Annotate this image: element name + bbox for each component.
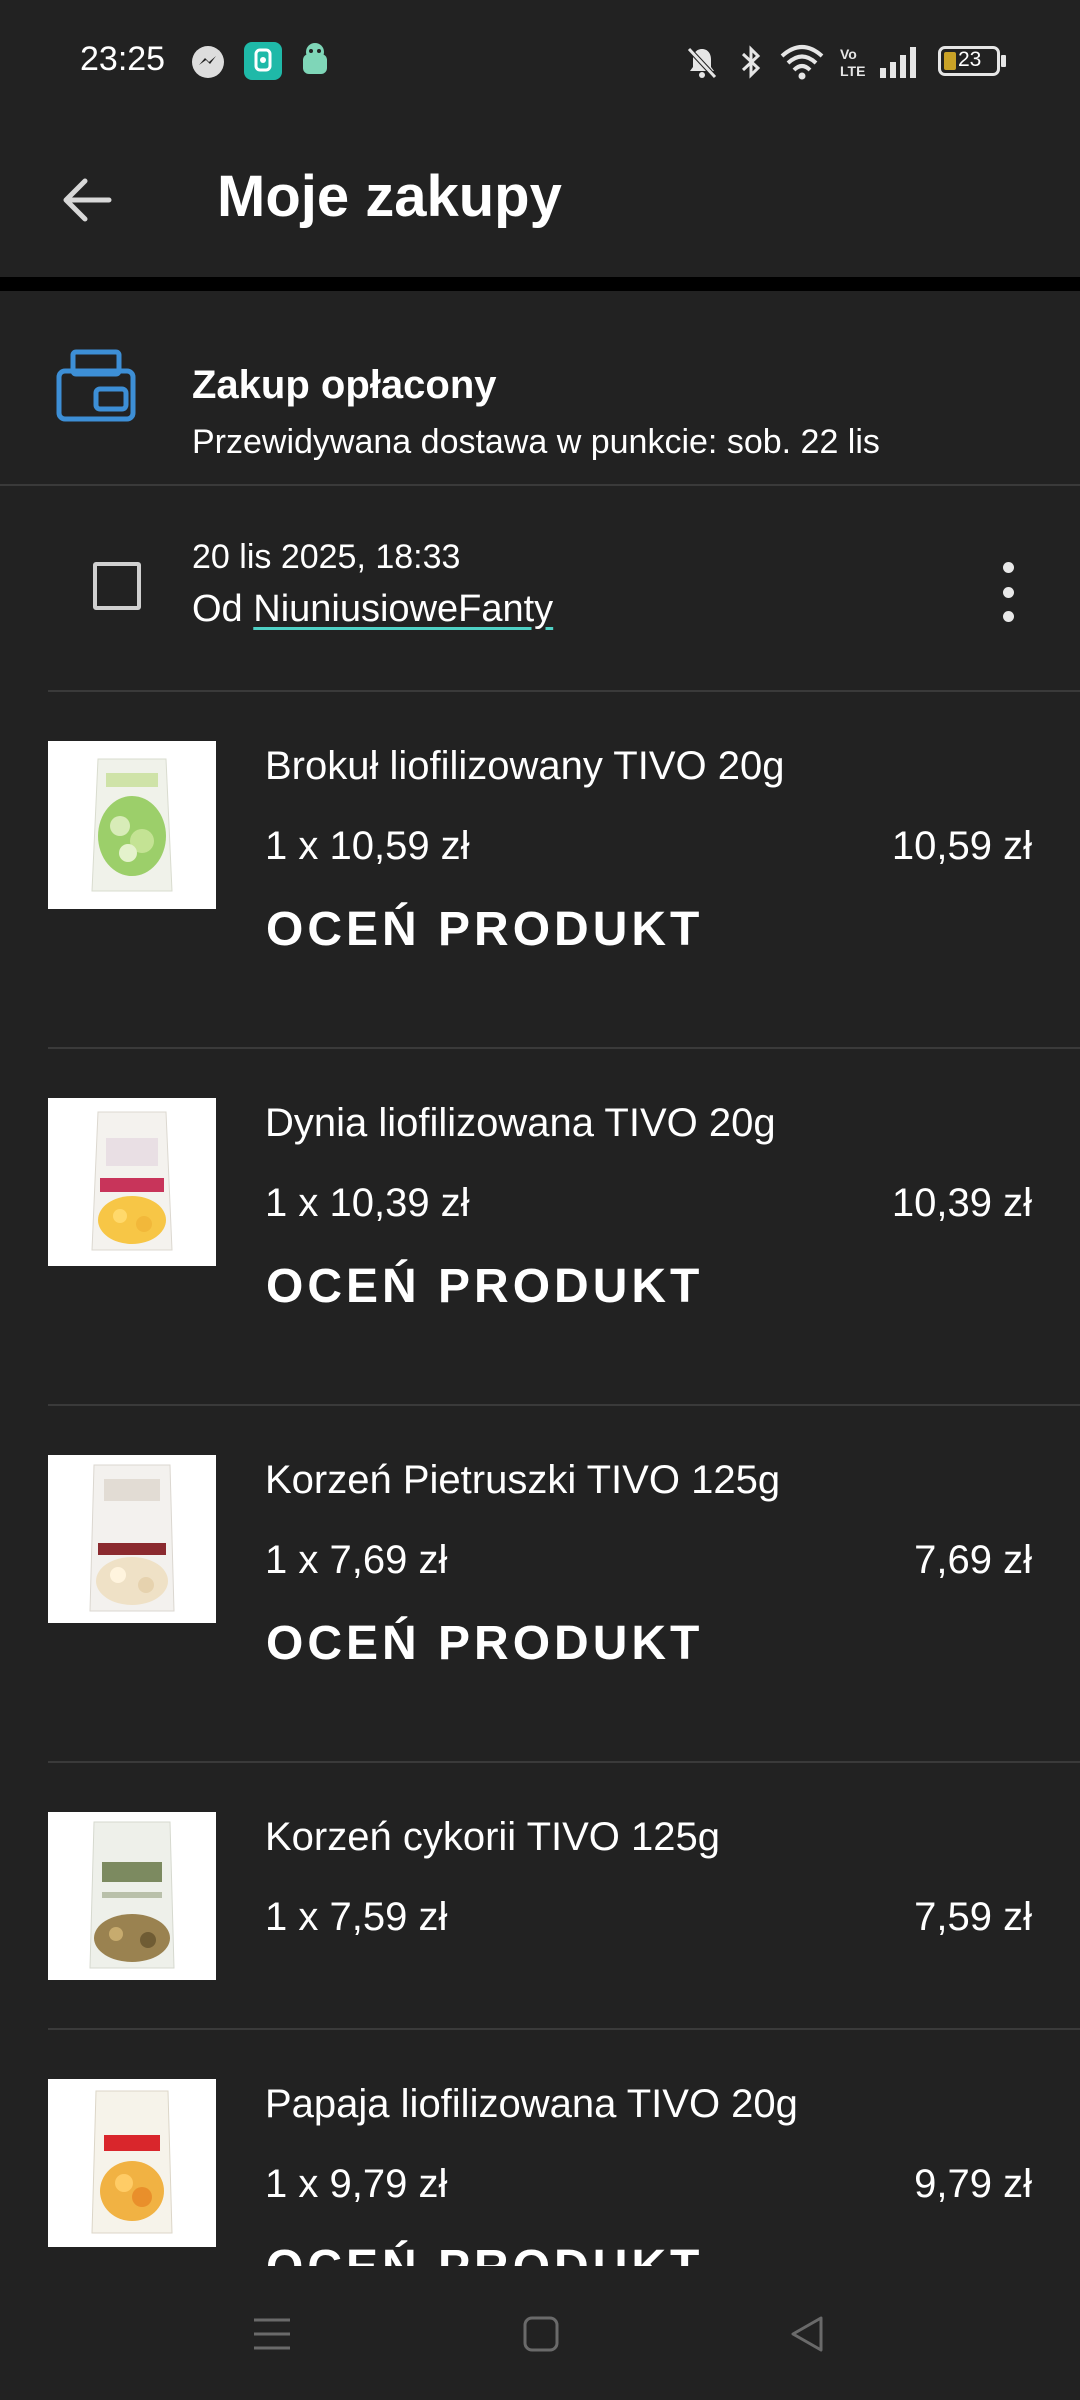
product-qty-price: 1 x 9,79 zł: [265, 2162, 448, 2206]
order-status: Zakup opłacony Przewidywana dostawa w pu…: [0, 291, 1080, 484]
product-qty-price: 1 x 10,39 zł: [265, 1181, 470, 1225]
product-item[interactable]: Korzeń cykorii TIVO 125g 1 x 7,59 zł 7,5…: [0, 1763, 1080, 2030]
delivery-estimate: Przewidywana dostawa w punkcie: sob. 22 …: [192, 423, 880, 461]
android-icon: [298, 42, 332, 85]
product-qty-price: 1 x 7,59 zł: [265, 1895, 448, 1939]
battery-tip: [1001, 55, 1006, 67]
volte-icon: Vo LTE: [838, 44, 866, 85]
product-total: 10,59 zł: [891, 824, 1032, 868]
seller-prefix: Od: [192, 588, 243, 630]
product-name[interactable]: Papaja liofilizowana TIVO 20g: [265, 2082, 798, 2127]
status-time: 23:25: [80, 40, 166, 78]
order-date: 20 lis 2025, 18:33: [192, 538, 461, 576]
rate-product-button[interactable]: OCEŃ PRODUKT: [266, 1259, 703, 1314]
back-button[interactable]: [52, 165, 122, 235]
printer-icon: [56, 349, 136, 428]
mute-icon: [684, 44, 720, 85]
signal-icon: [878, 44, 920, 85]
battery-level: 23: [958, 48, 982, 71]
system-nav-bar: [0, 2266, 1080, 2400]
app-bar: Moje zakupy: [0, 125, 1080, 277]
payment-status: Zakup opłacony: [192, 363, 497, 407]
app-green-icon: [244, 42, 282, 85]
product-total: 7,59 zł: [914, 1895, 1032, 1939]
product-image[interactable]: [48, 1098, 216, 1266]
product-item[interactable]: Papaja liofilizowana TIVO 20g 1 x 9,79 z…: [0, 2030, 1080, 2266]
more-vert-icon[interactable]: [986, 562, 1030, 622]
product-qty-price: 1 x 10,59 zł: [265, 824, 470, 868]
home-icon[interactable]: [511, 2306, 571, 2362]
product-total: 10,39 zł: [891, 1181, 1032, 1225]
seller-line: Od NiuniusioweFanty: [192, 588, 553, 631]
svg-text:Vo: Vo: [840, 46, 857, 62]
product-image[interactable]: [48, 1455, 216, 1623]
wifi-icon: [780, 44, 824, 85]
product-image[interactable]: [48, 1812, 216, 1980]
messenger-icon: [190, 44, 226, 85]
svg-text:LTE: LTE: [840, 63, 865, 79]
seller-link[interactable]: NiuniusioweFanty: [253, 588, 553, 630]
product-name[interactable]: Korzeń cykorii TIVO 125g: [265, 1815, 720, 1860]
page-title: Moje zakupy: [217, 164, 562, 229]
product-list: Brokuł liofilizowany TIVO 20g 1 x 10,59 …: [0, 692, 1080, 2266]
product-item[interactable]: Dynia liofilizowana TIVO 20g 1 x 10,39 z…: [0, 1049, 1080, 1406]
product-image[interactable]: [48, 741, 216, 909]
product-name[interactable]: Dynia liofilizowana TIVO 20g: [265, 1101, 776, 1146]
rate-product-button[interactable]: OCEŃ PRODUKT: [266, 2240, 703, 2266]
header-divider: [0, 277, 1080, 291]
product-total: 7,69 zł: [914, 1538, 1032, 1582]
bluetooth-icon: [738, 44, 764, 85]
product-name[interactable]: Brokuł liofilizowany TIVO 20g: [265, 744, 785, 789]
battery-icon: 23: [938, 46, 1000, 76]
status-bar: 23:25 Vo LTE 23: [0, 0, 1080, 125]
back-arrow-icon: [63, 178, 112, 222]
product-item[interactable]: Brokuł liofilizowany TIVO 20g 1 x 10,59 …: [0, 692, 1080, 1049]
order-checkbox[interactable]: [93, 562, 141, 610]
product-name[interactable]: Korzeń Pietruszki TIVO 125g: [265, 1458, 780, 1503]
menu-icon[interactable]: [242, 2306, 302, 2362]
product-total: 9,79 zł: [914, 2162, 1032, 2206]
product-qty-price: 1 x 7,69 zł: [265, 1538, 448, 1582]
rate-product-button[interactable]: OCEŃ PRODUKT: [266, 1616, 703, 1671]
back-icon[interactable]: [777, 2306, 837, 2362]
product-item[interactable]: Korzeń Pietruszki TIVO 125g 1 x 7,69 zł …: [0, 1406, 1080, 1763]
product-image[interactable]: [48, 2079, 216, 2247]
rate-product-button[interactable]: OCEŃ PRODUKT: [266, 902, 703, 957]
order-header: 20 lis 2025, 18:33 Od NiuniusioweFanty: [0, 486, 1080, 690]
